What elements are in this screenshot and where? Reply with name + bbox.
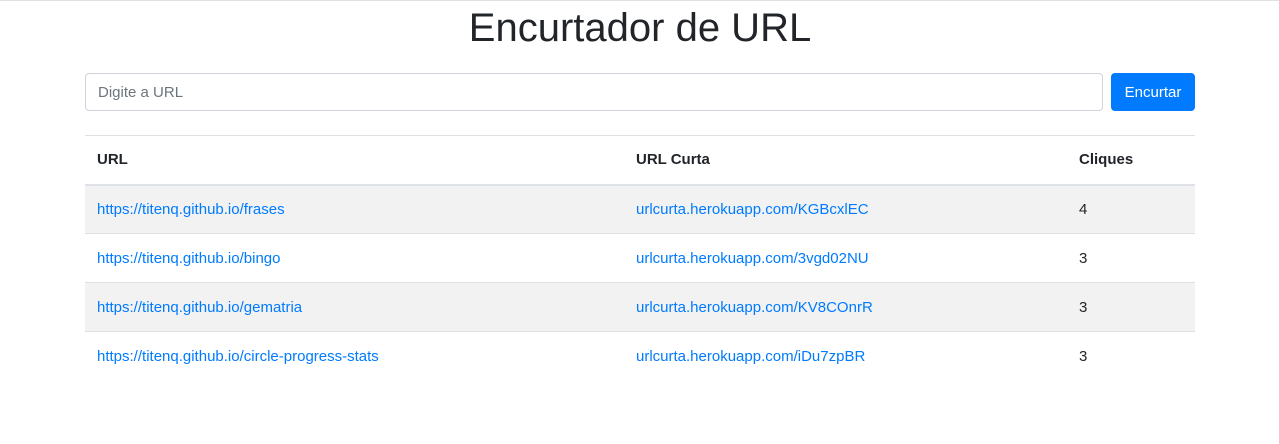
cell-url: https://titenq.github.io/bingo <box>85 233 624 283</box>
table-header: URL URL Curta Cliques <box>85 135 1195 186</box>
header-clicks: Cliques <box>1067 135 1195 186</box>
short-url-link[interactable]: urlcurta.herokuapp.com/iDu7zpBR <box>636 348 865 365</box>
table-row: https://titenq.github.io/bingo urlcurta.… <box>85 233 1195 283</box>
urls-table: URL URL Curta Cliques https://titenq.git… <box>85 135 1195 381</box>
url-link[interactable]: https://titenq.github.io/frases <box>97 201 285 218</box>
url-link[interactable]: https://titenq.github.io/gematria <box>97 299 302 316</box>
shorten-form: Encurtar <box>85 73 1195 111</box>
table-body: https://titenq.github.io/frases urlcurta… <box>85 184 1195 381</box>
header-url: URL <box>85 135 624 186</box>
url-input[interactable] <box>85 73 1103 111</box>
page-title: Encurtador de URL <box>468 6 812 50</box>
shorten-button[interactable]: Encurtar <box>1111 73 1195 111</box>
table-row: https://titenq.github.io/circle-progress… <box>85 331 1195 381</box>
cell-short-url: urlcurta.herokuapp.com/iDu7zpBR <box>624 331 1067 381</box>
short-url-link[interactable]: urlcurta.herokuapp.com/KGBcxlEC <box>636 201 869 218</box>
top-border <box>0 0 1279 1</box>
header-short-url: URL Curta <box>624 135 1067 186</box>
cell-short-url: urlcurta.herokuapp.com/KGBcxlEC <box>624 184 1067 234</box>
cell-short-url: urlcurta.herokuapp.com/3vgd02NU <box>624 233 1067 283</box>
cell-clicks: 3 <box>1067 331 1195 381</box>
cell-url: https://titenq.github.io/circle-progress… <box>85 331 624 381</box>
cell-url: https://titenq.github.io/frases <box>85 184 624 234</box>
short-url-link[interactable]: urlcurta.herokuapp.com/KV8COnrR <box>636 299 873 316</box>
cell-short-url: urlcurta.herokuapp.com/KV8COnrR <box>624 282 1067 332</box>
short-url-link[interactable]: urlcurta.herokuapp.com/3vgd02NU <box>636 250 869 267</box>
cell-clicks: 4 <box>1067 184 1195 234</box>
cell-clicks: 3 <box>1067 282 1195 332</box>
table-row: https://titenq.github.io/gematria urlcur… <box>85 282 1195 332</box>
cell-url: https://titenq.github.io/gematria <box>85 282 624 332</box>
cell-clicks: 3 <box>1067 233 1195 283</box>
table-header-row: URL URL Curta Cliques <box>85 135 1195 186</box>
table-row: https://titenq.github.io/frases urlcurta… <box>85 184 1195 234</box>
url-link[interactable]: https://titenq.github.io/circle-progress… <box>97 348 379 365</box>
url-link[interactable]: https://titenq.github.io/bingo <box>97 250 280 267</box>
